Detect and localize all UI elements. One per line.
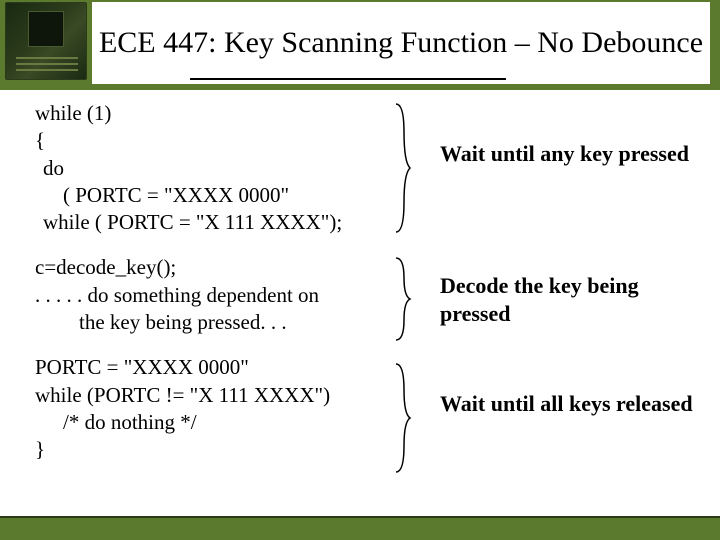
chip-trace <box>16 57 78 59</box>
slide-title: ECE 447: Key Scanning Function – No Debo… <box>99 25 703 61</box>
title-box: ECE 447: Key Scanning Function – No Debo… <box>92 2 710 84</box>
code-line: while (1) <box>35 100 390 127</box>
footer-band <box>0 518 720 540</box>
code-block-3: PORTC = "XXXX 0000" while (PORTC != "X 1… <box>35 354 390 463</box>
code-line: /* do nothing */ <box>35 409 390 436</box>
brace-2 <box>392 256 412 342</box>
annotation-2: Decode the key being pressed <box>440 272 700 327</box>
annotation-1: Wait until any key pressed <box>440 140 689 168</box>
code-line: PORTC = "XXXX 0000" <box>35 354 390 381</box>
chip-image <box>5 2 87 80</box>
code-line: the key being pressed. . . <box>35 309 390 336</box>
body-area: while (1) { do ( PORTC = "XXXX 0000" whi… <box>0 100 720 515</box>
code-line: c=decode_key(); <box>35 254 390 281</box>
code-line: { <box>35 127 390 154</box>
annotation-3: Wait until all keys released <box>440 390 693 418</box>
code-line: } <box>35 436 390 463</box>
code-column: while (1) { do ( PORTC = "XXXX 0000" whi… <box>35 100 390 482</box>
code-line: while ( PORTC = "X 111 XXXX"); <box>35 209 390 236</box>
slide: ECE 447: Key Scanning Function – No Debo… <box>0 0 720 540</box>
code-block-2: c=decode_key(); . . . . . do something d… <box>35 254 390 336</box>
code-line: do <box>35 155 390 182</box>
code-line: ( PORTC = "XXXX 0000" <box>35 182 390 209</box>
code-line: while (PORTC != "X 111 XXXX") <box>35 382 390 409</box>
code-line: . . . . . do something dependent on <box>35 282 390 309</box>
brace-3 <box>392 362 412 474</box>
title-underline <box>190 78 506 80</box>
brace-1 <box>392 102 412 234</box>
chip-trace <box>16 69 78 71</box>
code-block-1: while (1) { do ( PORTC = "XXXX 0000" whi… <box>35 100 390 236</box>
chip-trace <box>16 63 78 65</box>
chip-die <box>28 11 64 47</box>
